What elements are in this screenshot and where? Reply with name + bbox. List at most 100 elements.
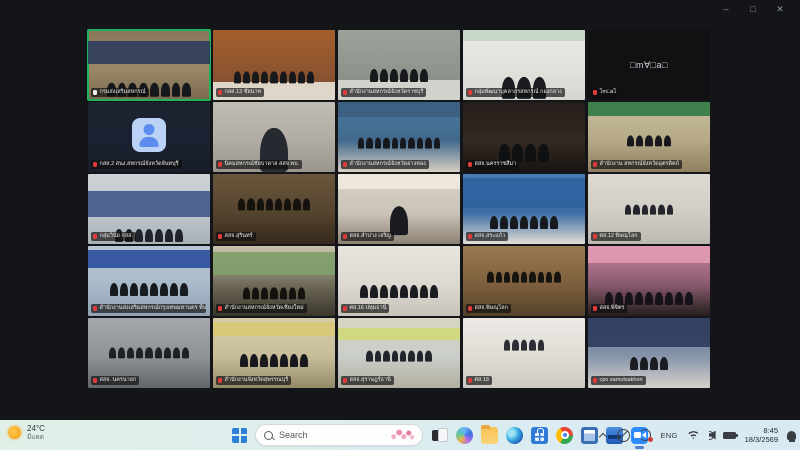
muted-mic-icon — [468, 162, 472, 167]
participant-label: สำนักงานสหกรณ์จังหวัดราชบุรี — [341, 88, 426, 97]
muted-mic-icon — [218, 306, 222, 311]
participant-tile[interactable]: กลุ่มพัฒนาบุคลากรสหกรณ์ กองกลาง — [463, 30, 585, 100]
participants-silhouettes — [338, 351, 460, 361]
person-silhouette — [270, 288, 277, 300]
participants-silhouettes — [213, 72, 335, 84]
weather-widget[interactable]: 24°C มีแดด — [8, 424, 45, 441]
participant-tile[interactable]: สำนักงานสหกรณ์จังหวัดเชียงใหม่ — [213, 246, 335, 316]
minimize-button[interactable]: – — [720, 3, 732, 15]
muted-mic-icon — [93, 234, 97, 239]
person-silhouette — [290, 354, 298, 367]
participant-tile[interactable]: สสจ.สุราษฎร์ธานี — [338, 318, 460, 388]
participant-label-text: สสจ.พิษณุโลก — [475, 305, 508, 311]
participant-label: สสจ.นครราชสีมา — [466, 160, 519, 169]
participant-tile[interactable]: สสจ.สระแก้ว — [463, 174, 585, 244]
muted-mic-icon — [593, 306, 597, 311]
tray-time: 8:45 — [745, 426, 778, 435]
participant-tile[interactable]: สสจ.สุรินทร์ — [213, 174, 335, 244]
person-silhouette — [685, 292, 693, 305]
participant-tile[interactable]: สำนักงานสหกรณ์จังหวัดราชบุรี — [338, 30, 460, 100]
hidden-icons-chevron[interactable] — [599, 431, 608, 439]
person-silhouette — [380, 69, 388, 82]
person-silhouette — [490, 216, 498, 229]
microsoft-store-icon — [531, 427, 548, 444]
participant-tile[interactable]: กลุ่มวินัย กสส. — [88, 174, 210, 244]
participant-tile[interactable]: ศส.12 พิษณุโลก — [588, 174, 710, 244]
person-silhouette — [400, 69, 408, 82]
sync-pending-icon[interactable] — [639, 429, 651, 441]
volume-icon[interactable] — [709, 431, 714, 440]
muted-mic-icon — [343, 162, 347, 167]
participant-tile[interactable]: สสจ.พิจิตร — [588, 246, 710, 316]
weather-desc: มีแดด — [27, 434, 45, 441]
participant-tile[interactable]: cpo samutsakhon — [588, 318, 710, 388]
participant-tile[interactable]: สสจ.ลำปาง เจริญ — [338, 174, 460, 244]
search-input[interactable]: Search — [255, 424, 423, 446]
copilot-app-button[interactable] — [456, 427, 473, 444]
person-silhouette — [625, 292, 633, 305]
person-silhouette — [408, 138, 414, 148]
participant-tile[interactable]: กสส.13 ชัยนาท — [213, 30, 335, 100]
participant-label: สสจ. นครนายก — [91, 376, 139, 385]
participant-tile[interactable]: นิคมสหกรณ์ชัยบาดาล สสจ.พบ. — [213, 102, 335, 172]
person-silhouette — [280, 72, 287, 84]
person-silhouette — [408, 351, 414, 361]
participant-tile[interactable]: กรมส่งเสริมสหกรณ์ — [88, 30, 210, 100]
person-silhouette — [521, 272, 527, 282]
person-silhouette — [504, 272, 510, 282]
microsoft-store-app-button[interactable] — [531, 427, 548, 444]
muted-mic-icon — [93, 306, 97, 311]
person-silhouette — [234, 72, 241, 84]
wifi-icon[interactable] — [687, 431, 700, 439]
person-silhouette — [640, 357, 648, 370]
participant-tile[interactable]: สำนักงานจังหวัดสุพรรณบุรี — [213, 318, 335, 388]
participant-tile[interactable]: สสจ.นครราชสีมา — [463, 102, 585, 172]
person-silhouette — [175, 229, 183, 242]
person-silhouette — [675, 292, 683, 305]
participant-label-text: โm□aโ — [600, 89, 617, 95]
person-silhouette — [410, 285, 418, 298]
participant-label-text: กลุ่มพัฒนาบุคลากรสหกรณ์ กองกลาง — [475, 89, 562, 95]
person-silhouette — [635, 292, 643, 305]
participant-tile[interactable]: สสจ.พิษณุโลก — [463, 246, 585, 316]
close-button[interactable]: ✕ — [774, 3, 786, 15]
person-silhouette — [417, 351, 423, 361]
participant-label: กลุ่มพัฒนาบุคลากรสหกรณ์ กองกลาง — [466, 88, 565, 97]
sun-icon — [8, 426, 21, 439]
participant-label-text: สสจ.พิจิตร — [600, 305, 625, 311]
participants-silhouettes — [338, 285, 460, 298]
participant-tile[interactable]: ศส.16 ปทุมธานี — [338, 246, 460, 316]
participant-tile[interactable]: สำนักงาน สหกรณ์จังหวัดอุตรดิตถ์ — [588, 102, 710, 172]
participant-label-text: สสจ.สุราษฎร์ธานี — [350, 377, 391, 383]
participant-label-text: นิคมสหกรณ์ชัยบาดาล สสจ.พบ. — [225, 161, 300, 167]
edge-app-button[interactable] — [506, 427, 523, 444]
person-silhouette — [165, 229, 173, 242]
clock[interactable]: 8:45 18/3/2569 — [745, 426, 778, 445]
system-tray: ENG 8:45 18/3/2569 — [599, 420, 796, 450]
maximize-button[interactable]: □ — [747, 3, 759, 15]
participant-label-text: cpo samutsakhon — [600, 377, 643, 383]
participant-tile[interactable]: ศส.18 — [463, 318, 585, 388]
participant-tile[interactable]: สำนักงานสหกรณ์จังหวัดอ่างทอง — [338, 102, 460, 172]
participant-label-text: ศส.12 พิษณุโลก — [600, 233, 638, 239]
person-silhouette — [392, 138, 398, 148]
participants-silhouettes — [338, 69, 460, 82]
participant-tile[interactable]: □m∀□a□โm□aโ — [588, 30, 710, 100]
chrome-app-button[interactable] — [556, 427, 573, 444]
participant-tile[interactable]: กสส.2 สนง.สหกรณ์จังหวัดจันทบุรี — [88, 102, 210, 172]
camera-off-icon[interactable] — [617, 429, 630, 442]
file-explorer-app-button[interactable] — [481, 427, 498, 444]
notification-bell-icon[interactable] — [787, 431, 796, 440]
calculator-app-button[interactable] — [581, 427, 598, 444]
start-button[interactable] — [232, 428, 247, 443]
battery-icon[interactable] — [723, 432, 736, 439]
participant-label: กสส.13 ชัยนาท — [216, 88, 264, 97]
participant-tile[interactable]: สสจ. นครนายก — [88, 318, 210, 388]
participant-label-text: สสจ.สระแก้ว — [475, 233, 506, 239]
participant-tile[interactable]: สำนักงานส่งเสริมสหกรณ์กรุงเทพมหานคร พื้น… — [88, 246, 210, 316]
language-indicator[interactable]: ENG — [660, 431, 677, 440]
person-silhouette — [170, 283, 178, 296]
person-silhouette — [289, 288, 296, 300]
task-view-app-button[interactable] — [431, 427, 448, 444]
person-silhouette — [120, 283, 128, 296]
